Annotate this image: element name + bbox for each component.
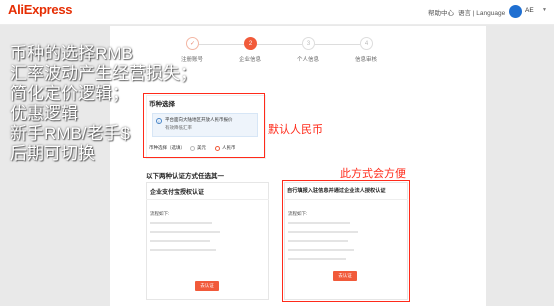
step-connector <box>257 44 302 45</box>
annotation-line: 后期可切换 <box>10 144 95 163</box>
panel-divider <box>146 199 269 200</box>
step-2-label: 企业信息 <box>238 57 261 63</box>
alipay-flow-label: 流程如下: <box>150 211 170 216</box>
step-connector <box>199 44 244 45</box>
language-switcher[interactable]: 语言 | Language <box>458 7 505 17</box>
annotation-line: 优惠逻辑 <box>10 104 78 123</box>
annotation-line: 汇率波动产生经营损失； <box>10 64 197 83</box>
aliexpress-logo[interactable]: AliExpress <box>8 2 73 17</box>
chevron-down-icon[interactable]: ▼ <box>542 7 547 13</box>
avatar[interactable] <box>509 5 522 18</box>
currency-highlight-box <box>143 93 265 158</box>
alipay-flow-step <box>150 231 220 233</box>
annotation-convenient: 此方式会方便 <box>340 168 406 180</box>
user-name[interactable]: AE <box>525 7 534 14</box>
help-center-link[interactable]: 帮助中心 <box>428 7 454 17</box>
step-3-label: 个人信息 <box>296 57 319 63</box>
alipay-flow-step <box>150 222 212 224</box>
step-connector <box>315 44 360 45</box>
step-1-check-icon: ✓ <box>186 37 199 50</box>
annotation-default-rmb: 默认人民币 <box>268 124 323 136</box>
alipay-auth-title: 企业支付宝授权认证 <box>150 190 205 196</box>
alipay-auth-button[interactable]: 去认证 <box>195 281 219 291</box>
step-3-indicator: 3 <box>302 37 315 50</box>
step-4-label: 信息审核 <box>354 57 377 63</box>
step-1-label: 注册账号 <box>180 57 203 63</box>
step-4-indicator: 4 <box>360 37 373 50</box>
annotation-line: 简化定价逻辑； <box>10 84 129 103</box>
alipay-flow-step <box>150 249 216 251</box>
alipay-flow-step <box>150 240 210 242</box>
auth-section-title: 以下两种认证方式任选其一 <box>146 173 224 180</box>
annotation-line: 新手RMB/老手$ <box>10 124 130 143</box>
manual-auth-highlight-box <box>282 180 410 302</box>
step-2-indicator: 2 <box>244 37 257 50</box>
annotation-line: 币种的选择RMB <box>10 44 133 63</box>
